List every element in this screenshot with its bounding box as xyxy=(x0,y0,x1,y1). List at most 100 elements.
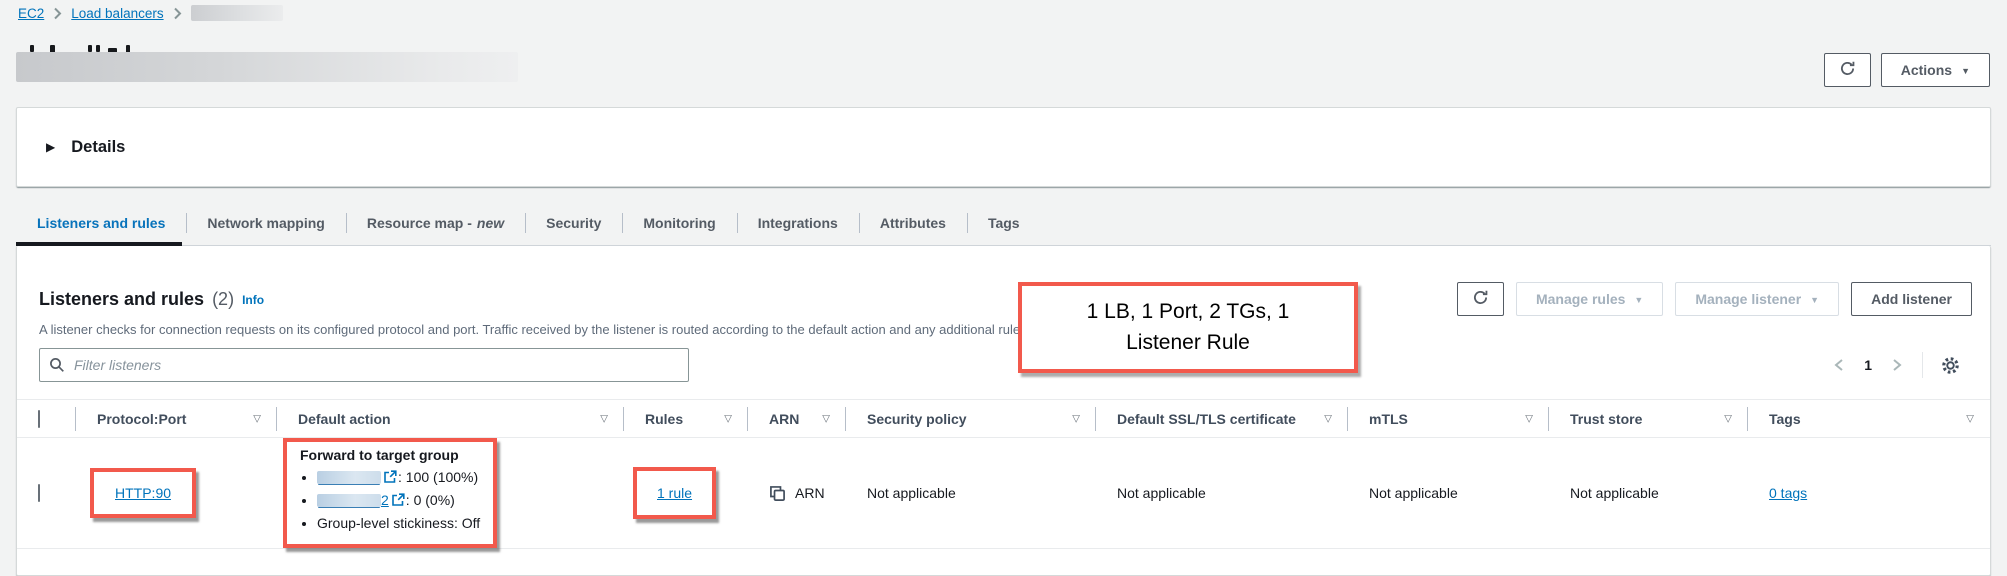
sort-icon[interactable]: ▽ xyxy=(600,413,608,424)
breadcrumb-load-balancers-link[interactable]: Load balancers xyxy=(71,6,163,21)
chevron-right-icon xyxy=(1892,358,1902,372)
tags-count-link[interactable]: 0 tags xyxy=(1769,485,1807,501)
caret-down-icon: ▼ xyxy=(1961,67,1970,76)
filter-listeners-search xyxy=(39,348,689,382)
trust-store-cell: Not applicable xyxy=(1549,438,1748,549)
column-header-default-action[interactable]: Default action▽ xyxy=(277,400,624,438)
pagination-divider xyxy=(1922,352,1923,378)
caret-down-icon: ▼ xyxy=(1810,296,1819,305)
tags-cell: 0 tags xyxy=(1748,438,1990,549)
annotation-note: 1 LB, 1 Port, 2 TGs, 1 Listener Rule xyxy=(1018,282,1358,373)
previous-page-button[interactable] xyxy=(1826,352,1852,378)
redacted-page-title-overlay xyxy=(16,52,518,82)
arn-cell: ARN xyxy=(748,438,846,549)
column-header-mtls[interactable]: mTLS▽ xyxy=(1348,400,1549,438)
annotation-box-default-action: Forward to target group : 100 (100%) 2: … xyxy=(283,438,497,548)
tab-integrations[interactable]: Integrations xyxy=(737,203,859,245)
tab-bar: Listeners and rules Network mapping Reso… xyxy=(16,203,1991,246)
chevron-left-icon xyxy=(1834,358,1844,372)
redacted-target-group-1-link[interactable] xyxy=(317,471,381,484)
page-header-actions: Actions ▼ xyxy=(1824,53,1990,87)
target-group-2-visible-text[interactable]: 2 xyxy=(381,492,389,508)
select-all-header xyxy=(17,400,76,438)
column-header-trust-store[interactable]: Trust store▽ xyxy=(1549,400,1748,438)
default-action-cell: Forward to target group : 100 (100%) 2: … xyxy=(277,438,624,549)
sort-icon[interactable]: ▽ xyxy=(1072,413,1080,424)
mtls-cell: Not applicable xyxy=(1348,438,1549,549)
breadcrumb-ec2-link[interactable]: EC2 xyxy=(18,6,44,21)
sort-icon[interactable]: ▽ xyxy=(1966,413,1974,424)
breadcrumb-chevron-icon xyxy=(173,7,182,20)
external-link-icon[interactable] xyxy=(391,493,405,507)
add-listener-button[interactable]: Add listener xyxy=(1851,282,1972,316)
column-header-tags[interactable]: Tags▽ xyxy=(1748,400,1990,438)
manage-rules-button[interactable]: Manage rules ▼ xyxy=(1516,282,1663,316)
panel-title: Listeners and rules xyxy=(39,289,204,310)
details-expander[interactable]: ▶ Details xyxy=(16,107,1991,187)
sort-icon[interactable]: ▽ xyxy=(1724,413,1732,424)
redacted-target-group-2-link[interactable] xyxy=(317,494,381,507)
default-ssl-cert-cell: Not applicable xyxy=(1096,438,1348,549)
stickiness-item: Group-level stickiness: Off xyxy=(317,512,480,535)
tab-listeners-and-rules[interactable]: Listeners and rules xyxy=(16,203,186,245)
listeners-panel: Listeners and rules (2) Info A listener … xyxy=(16,246,1991,576)
target-group-2-item: 2: 0 (0%) xyxy=(317,489,480,512)
tab-monitoring[interactable]: Monitoring xyxy=(622,203,736,245)
actions-button[interactable]: Actions ▼ xyxy=(1881,53,1990,87)
refresh-icon xyxy=(1839,60,1856,80)
refresh-icon xyxy=(1472,289,1489,309)
arn-label: ARN xyxy=(795,485,825,501)
tab-security[interactable]: Security xyxy=(525,203,622,245)
gear-icon xyxy=(1940,355,1961,376)
breadcrumb: EC2 Load balancers xyxy=(18,5,283,21)
column-header-security-policy[interactable]: Security policy▽ xyxy=(846,400,1096,438)
row-checkbox[interactable] xyxy=(38,484,40,502)
sort-icon[interactable]: ▽ xyxy=(1324,413,1332,424)
panel-buttons: Manage rules ▼ Manage listener ▼ Add lis… xyxy=(1457,282,1972,316)
page-refresh-button[interactable] xyxy=(1824,53,1871,87)
copy-arn-icon[interactable] xyxy=(769,485,786,502)
column-header-arn[interactable]: ARN▽ xyxy=(748,400,846,438)
details-title: Details xyxy=(71,138,125,157)
external-link-icon[interactable] xyxy=(383,470,397,484)
select-all-checkbox[interactable] xyxy=(38,410,40,428)
breadcrumb-redacted-name xyxy=(191,5,283,21)
table-header-row: Protocol:Port▽ Default action▽ Rules▽ AR… xyxy=(17,400,1990,438)
annotation-box-rules: 1 rule xyxy=(633,467,716,519)
manage-listener-button[interactable]: Manage listener ▼ xyxy=(1675,282,1839,316)
sort-icon[interactable]: ▽ xyxy=(822,413,830,424)
sort-icon[interactable]: ▽ xyxy=(253,413,261,424)
page-number[interactable]: 1 xyxy=(1856,357,1880,373)
column-header-protocol-port[interactable]: Protocol:Port▽ xyxy=(76,400,277,438)
pagination: 1 xyxy=(1826,350,1965,380)
caret-down-icon: ▼ xyxy=(1634,296,1643,305)
expand-triangle-icon: ▶ xyxy=(46,140,55,154)
tab-attributes[interactable]: Attributes xyxy=(859,203,967,245)
filter-listeners-input[interactable] xyxy=(39,348,689,382)
tab-tags[interactable]: Tags xyxy=(967,203,1041,245)
annotation-box-protocol-port: HTTP:90 xyxy=(90,468,196,518)
sort-icon[interactable]: ▽ xyxy=(724,413,732,424)
table-preferences-button[interactable] xyxy=(1935,350,1965,380)
security-policy-cell: Not applicable xyxy=(846,438,1096,549)
sort-icon[interactable]: ▽ xyxy=(1525,413,1533,424)
rules-cell: 1 rule xyxy=(624,438,748,549)
column-header-default-ssl-tls-certificate[interactable]: Default SSL/TLS certificate▽ xyxy=(1096,400,1348,438)
listeners-table: Protocol:Port▽ Default action▽ Rules▽ AR… xyxy=(17,399,1990,549)
table-refresh-button[interactable] xyxy=(1457,282,1504,316)
protocol-port-cell: HTTP:90 xyxy=(76,438,277,549)
rule-count-link[interactable]: 1 rule xyxy=(657,485,692,501)
column-header-rules[interactable]: Rules▽ xyxy=(624,400,748,438)
listener-http-90-link[interactable]: HTTP:90 xyxy=(115,485,171,501)
tab-resource-map[interactable]: Resource map -new xyxy=(346,203,525,245)
info-link[interactable]: Info xyxy=(242,293,264,307)
forward-to-target-group-label: Forward to target group xyxy=(300,447,480,463)
row-select-cell xyxy=(17,438,76,549)
target-group-1-item: : 100 (100%) xyxy=(317,466,480,489)
tab-network-mapping[interactable]: Network mapping xyxy=(186,203,345,245)
panel-count: (2) xyxy=(212,289,234,310)
panel-description: A listener checks for connection request… xyxy=(39,322,1030,337)
listener-row: HTTP:90 Forward to target group : 100 (1… xyxy=(17,438,1990,549)
search-icon xyxy=(49,357,65,373)
next-page-button[interactable] xyxy=(1884,352,1910,378)
